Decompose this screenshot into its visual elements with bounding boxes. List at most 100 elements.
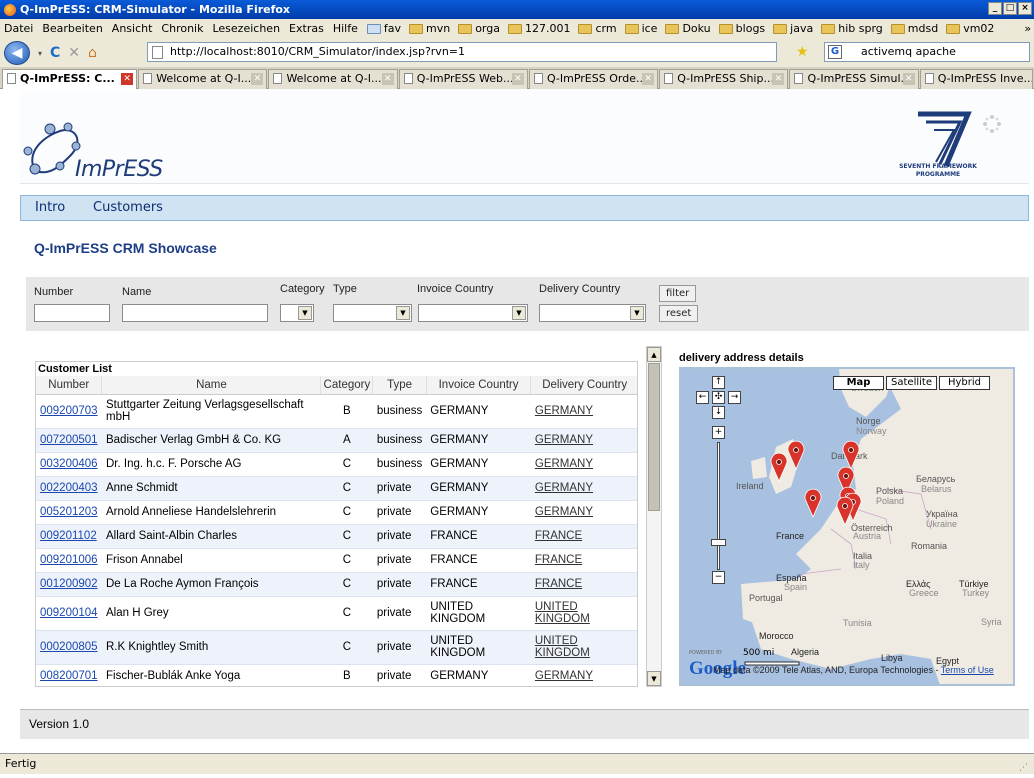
customer-delivery-country[interactable]: GERMANY <box>530 664 637 686</box>
zoom-out-icon[interactable]: − <box>712 571 725 584</box>
tab-inventory[interactable]: Q-ImPrESS Inve... <box>919 69 1034 89</box>
customer-delivery-country-link[interactable]: GERMANY <box>535 670 593 682</box>
terms-of-use-link[interactable]: Terms of Use <box>941 665 994 675</box>
table-row[interactable]: 001200902 De La Roche Aymon François Cpriv… <box>36 572 637 597</box>
scroll-down-icon[interactable]: ▼ <box>647 671 661 686</box>
customer-list-scrollbar[interactable]: ▲ ▼ <box>646 346 662 687</box>
tab-welcome-2[interactable]: Welcome at Q-I... ✕ <box>268 69 398 89</box>
bookmark-folder-vm02[interactable]: vm02 <box>946 19 994 39</box>
close-tab-icon[interactable]: ✕ <box>381 73 394 85</box>
delivery-country-select[interactable]: ▼ <box>539 304 646 322</box>
maximize-button[interactable]: □ <box>1003 2 1017 15</box>
menu-lesezeichen[interactable]: Lesezeichen <box>212 19 280 39</box>
customer-delivery-country[interactable]: FRANCE <box>530 548 637 573</box>
customer-number-link[interactable]: 005201203 <box>40 506 98 518</box>
customer-number[interactable]: 009201102 <box>36 524 102 549</box>
customer-delivery-country-link[interactable]: FRANCE <box>535 554 582 566</box>
search-engine-icon[interactable]: G <box>828 45 842 59</box>
bookmark-fav[interactable]: fav <box>366 19 401 39</box>
customer-number[interactable]: 008200701 <box>36 664 102 686</box>
number-input[interactable] <box>34 304 110 322</box>
table-row[interactable]: 009201006 Frison Annabel Cprivate FRANCE FRA… <box>36 548 637 573</box>
customer-delivery-country-link[interactable]: GERMANY <box>535 434 593 446</box>
pan-down-icon[interactable]: ↓ <box>712 406 725 419</box>
customer-number[interactable]: 000200805 <box>36 630 102 665</box>
tab-crm-simulator[interactable]: Q-ImPrESS: C... ✕ <box>2 69 138 89</box>
customer-delivery-country[interactable]: GERMANY <box>530 394 637 429</box>
column-header-delivery-country[interactable]: Delivery Country <box>530 376 637 395</box>
close-tab-icon[interactable]: ✕ <box>121 73 134 85</box>
menu-hilfe[interactable]: Hilfe <box>333 19 358 39</box>
customer-delivery-country-link[interactable]: FRANCE <box>535 578 582 590</box>
nav-intro[interactable]: Intro <box>35 196 65 220</box>
table-row[interactable]: 002200403 Anne Schmidt Cprivate GERMANY GERM… <box>36 476 637 501</box>
map-type-map[interactable]: Map <box>833 376 884 390</box>
customer-number[interactable]: 003200406 <box>36 452 102 477</box>
customer-number-link[interactable]: 002200403 <box>40 482 98 494</box>
name-input[interactable] <box>122 304 268 322</box>
search-input[interactable]: G activemq apache <box>824 42 1030 62</box>
table-row[interactable]: 009200104 Alan H Grey Cprivate UNITED KINGD… <box>36 596 637 631</box>
minimize-button[interactable]: _ <box>988 2 1002 15</box>
customer-number[interactable]: 009200104 <box>36 596 102 631</box>
bookmark-star-icon[interactable]: ★ <box>796 44 809 60</box>
close-tab-icon[interactable]: ✕ <box>642 73 655 85</box>
bookmark-folder-orga[interactable]: orga <box>458 19 500 39</box>
scroll-up-icon[interactable]: ▲ <box>647 347 661 362</box>
customer-delivery-country-link[interactable]: GERMANY <box>535 482 593 494</box>
bookmark-folder-java[interactable]: java <box>773 19 813 39</box>
bookmark-folder-hib-sprg[interactable]: hib sprg <box>821 19 883 39</box>
customer-number-link[interactable]: 009201006 <box>40 554 98 566</box>
invoice-country-select[interactable]: ▼ <box>418 304 528 322</box>
stop-icon[interactable]: ✕ <box>68 45 80 61</box>
customer-number-link[interactable]: 009201102 <box>40 530 97 542</box>
table-row[interactable]: 008200701 Fischer-Bublák Anke Yoga Bprivat… <box>36 664 637 686</box>
bookmark-folder-doku[interactable]: Doku <box>665 19 711 39</box>
map-type-satellite[interactable]: Satellite <box>886 376 937 390</box>
customer-delivery-country[interactable]: UNITED KINGDOM <box>530 630 637 665</box>
customer-delivery-country[interactable]: GERMANY <box>530 476 637 501</box>
bookmark-folder-crm[interactable]: crm <box>578 19 617 39</box>
delivery-map[interactable]: Sweden Norge Norway Ireland Danmark Pols… <box>679 367 1015 686</box>
reset-button[interactable]: reset <box>659 305 699 322</box>
pan-up-icon[interactable]: ↑ <box>712 376 725 389</box>
customer-number-link[interactable]: 003200406 <box>40 458 98 470</box>
back-button[interactable]: ◀ <box>4 41 30 65</box>
table-row[interactable]: 005201203 Arnold Anneliese Handelslehreri… <box>36 500 637 525</box>
customer-delivery-country[interactable]: GERMANY <box>530 452 637 477</box>
customer-number-link[interactable]: 009200703 <box>40 405 98 417</box>
customer-delivery-country-link[interactable]: UNITED KINGDOM <box>535 635 590 659</box>
customer-delivery-country[interactable]: GERMANY <box>530 428 637 453</box>
table-row[interactable]: 000200805 R.K Knightley Smith Cprivate UNIT… <box>36 630 637 665</box>
customer-delivery-country-link[interactable]: GERMANY <box>535 405 593 417</box>
column-header-name[interactable]: Name <box>101 376 322 395</box>
customer-delivery-country[interactable]: UNITED KINGDOM <box>530 596 637 631</box>
customer-delivery-country[interactable]: FRANCE <box>530 572 637 597</box>
customer-number[interactable]: 009200703 <box>36 394 102 429</box>
customer-delivery-country[interactable]: FRANCE <box>530 524 637 549</box>
zoom-slider[interactable] <box>717 442 720 570</box>
menu-ansicht[interactable]: Ansicht <box>112 19 153 39</box>
bookmarks-overflow-button[interactable]: » <box>1024 19 1031 39</box>
column-header-type[interactable]: Type <box>372 376 427 395</box>
table-row[interactable]: 003200406 Dr. Ing. h.c. F. Porsche AG Cbus… <box>36 452 637 477</box>
map-type-hybrid[interactable]: Hybrid <box>939 376 990 390</box>
tab-shipping[interactable]: Q-ImPrESS Ship... ✕ <box>659 69 789 89</box>
customer-number[interactable]: 009201006 <box>36 548 102 573</box>
tab-order[interactable]: Q-ImPrESS Orde... ✕ <box>528 69 659 89</box>
nav-customers[interactable]: Customers <box>93 196 163 220</box>
close-tab-icon[interactable]: ✕ <box>511 73 524 85</box>
column-header-number[interactable]: Number <box>36 376 103 395</box>
customer-number-link[interactable]: 007200501 <box>40 434 98 446</box>
table-row[interactable]: 007200501 Badischer Verlag GmbH & Co. KG A… <box>36 428 637 453</box>
bookmark-folder-127[interactable]: 127.001 <box>507 19 570 39</box>
table-row[interactable]: 009200703 Stuttgarter Zeitung Verlagsgese… <box>36 394 637 429</box>
table-row[interactable]: 009201102 Allard Saint-Albin Charles Cpriv… <box>36 524 637 549</box>
tab-simulator[interactable]: Q-ImPrESS Simul... ✕ <box>789 69 919 89</box>
customer-delivery-country-link[interactable]: UNITED KINGDOM <box>535 601 590 625</box>
customer-number-link[interactable]: 009200104 <box>40 607 98 619</box>
customer-delivery-country-link[interactable]: GERMANY <box>535 458 593 470</box>
customer-number[interactable]: 001200902 <box>36 572 102 597</box>
tab-web[interactable]: Q-ImPrESS Web... ✕ <box>398 69 528 89</box>
reload-icon[interactable]: C <box>50 45 60 61</box>
